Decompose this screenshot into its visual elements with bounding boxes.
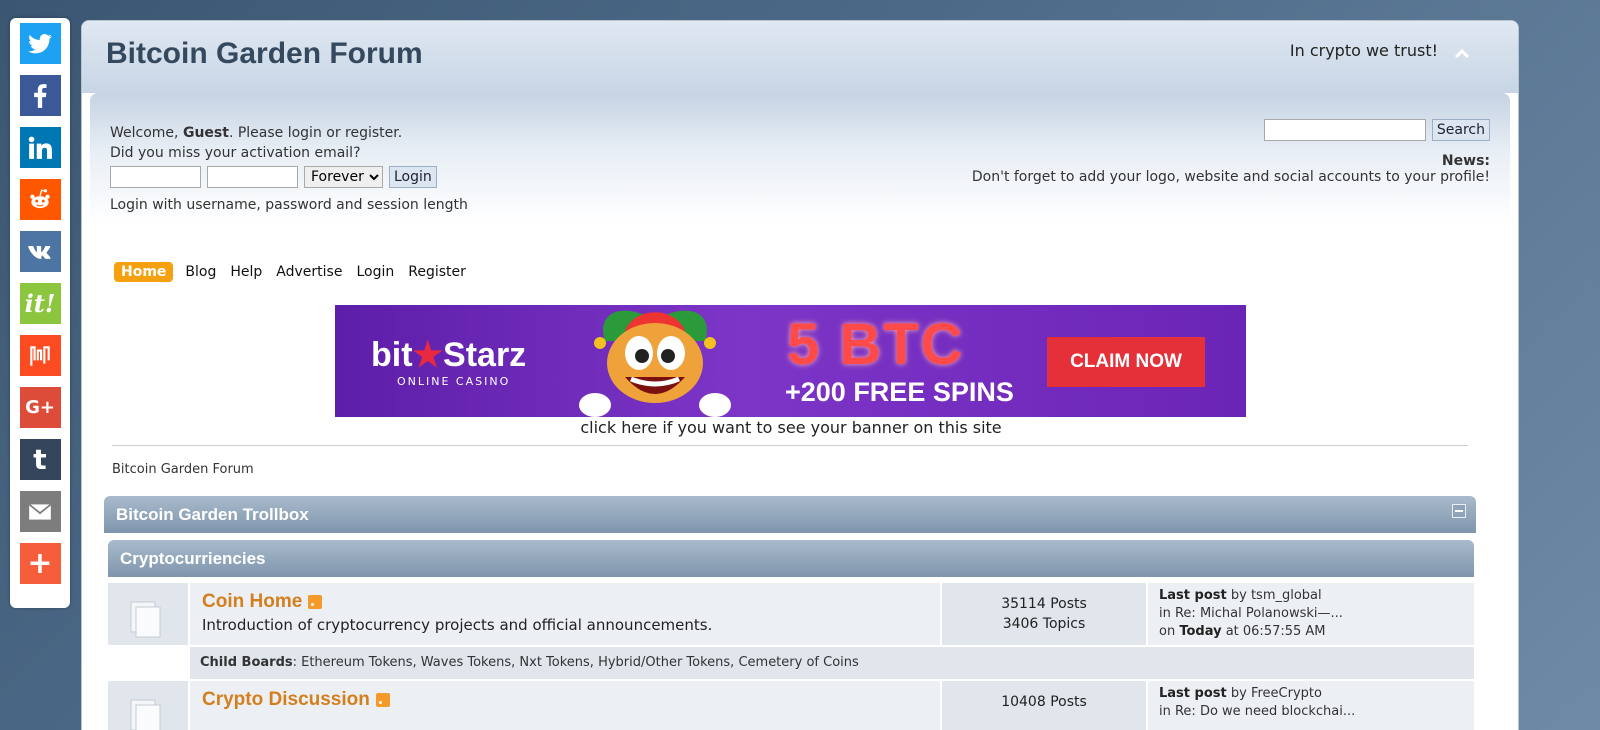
board-name[interactable]: Crypto Discussion bbox=[202, 689, 370, 711]
guest-name: Guest bbox=[182, 125, 229, 141]
last-post-author[interactable]: by FreeCrypto bbox=[1227, 686, 1322, 701]
forum-page: Bitcoin Garden Forum In crypto we trust!… bbox=[81, 20, 1519, 730]
star-icon: ★ bbox=[412, 336, 444, 374]
reddit-icon[interactable] bbox=[19, 179, 61, 220]
category-title[interactable]: Bitcoin Garden Trollbox bbox=[116, 505, 309, 525]
board-info: Crypto Discussion bbox=[190, 681, 940, 730]
claim-now-button[interactable]: CLAIM NOW bbox=[1047, 337, 1205, 387]
banner-brand-a: bit bbox=[371, 336, 413, 374]
search-button[interactable]: Search bbox=[1431, 119, 1490, 141]
menu-advertise[interactable]: Advertise bbox=[274, 262, 344, 282]
menu-login[interactable]: Login bbox=[354, 262, 396, 282]
welcome-suffix: . Please login or register. bbox=[228, 125, 403, 141]
last-post-time: at 06:57:55 AM bbox=[1221, 624, 1326, 639]
news-title: News: bbox=[1441, 153, 1490, 169]
top-header: Bitcoin Garden Forum In crypto we trust! bbox=[82, 21, 1518, 93]
welcome-prefix: Welcome, bbox=[110, 125, 183, 141]
user-area: Welcome, Guest. Please login or register… bbox=[90, 93, 1510, 223]
post-count: 10408 Posts bbox=[1001, 694, 1087, 710]
no-new-posts-icon bbox=[130, 601, 161, 638]
banner-brand-b: Starz bbox=[443, 336, 527, 374]
minimize-icon[interactable] bbox=[1452, 504, 1466, 518]
main-menu: Home Blog Help Advertise Login Register bbox=[114, 262, 468, 282]
googleplus-icon[interactable]: G+ bbox=[19, 387, 61, 428]
welcome-text: Welcome, Guest. Please login or register… bbox=[110, 123, 468, 143]
board-description: Introduction of cryptocurrency projects … bbox=[202, 616, 713, 634]
vk-icon[interactable] bbox=[19, 231, 61, 272]
login-note: Login with username, password and sessio… bbox=[110, 197, 468, 213]
login-button[interactable]: Login bbox=[389, 166, 437, 188]
advertise-banner-link[interactable]: click here if you want to see your banne… bbox=[82, 418, 1500, 437]
tumblr-icon[interactable]: t bbox=[19, 439, 61, 480]
board-stats: 10408 Posts bbox=[942, 681, 1146, 730]
board-icon-cell bbox=[108, 583, 188, 645]
login-form: Forever Login bbox=[110, 166, 468, 188]
board-list: Coin Home Introduction of cryptocurrency… bbox=[108, 583, 1474, 730]
no-new-posts-icon bbox=[130, 699, 161, 730]
share-sidebar: it! G+ t + bbox=[10, 18, 70, 608]
last-post-topic[interactable]: in Re: Do we need blockchai... bbox=[1159, 703, 1463, 721]
ad-banner[interactable]: bit★Starz ONLINE CASINO 5 BTC +200 FREE … bbox=[335, 305, 1246, 417]
category-title[interactable]: Cryptocurriencies bbox=[120, 549, 266, 569]
last-post: Last post by tsm_global in Re: Michal Po… bbox=[1148, 583, 1474, 645]
twitter-icon[interactable] bbox=[19, 23, 61, 64]
last-post: Last post by FreeCrypto in Re: Do we nee… bbox=[1148, 681, 1474, 730]
board-info: Coin Home Introduction of cryptocurrency… bbox=[190, 583, 940, 645]
rss-icon[interactable] bbox=[375, 693, 390, 707]
topic-count: 3406 Topics bbox=[1002, 616, 1086, 632]
jester-mascot-icon bbox=[579, 310, 731, 417]
post-count: 35114 Posts bbox=[1001, 596, 1087, 612]
category-trollbox[interactable]: Bitcoin Garden Trollbox bbox=[104, 496, 1476, 533]
board-stats: 35114 Posts 3406 Topics bbox=[942, 583, 1146, 645]
banner-spins: +200 FREE SPINS bbox=[785, 377, 1014, 407]
last-post-label: Last post bbox=[1159, 686, 1227, 701]
last-post-label: Last post bbox=[1159, 588, 1227, 603]
last-post-author[interactable]: by tsm_global bbox=[1227, 588, 1322, 603]
session-length-select[interactable]: Forever bbox=[304, 166, 383, 188]
search-news-panel: Search News: Don't forget to add your lo… bbox=[972, 119, 1490, 185]
child-boards-label: Child Boards bbox=[200, 655, 293, 670]
board-row: Crypto Discussion 10408 Posts Last post … bbox=[108, 681, 1474, 730]
last-post-day: Today bbox=[1179, 624, 1222, 639]
board-row: Coin Home Introduction of cryptocurrency… bbox=[108, 583, 1474, 645]
board-link[interactable]: Coin Home bbox=[202, 591, 323, 613]
rss-icon[interactable] bbox=[308, 595, 323, 609]
mix-icon[interactable] bbox=[19, 335, 61, 376]
child-boards: Child Boards: Ethereum Tokens, Waves Tok… bbox=[190, 647, 1474, 679]
login-panel: Welcome, Guest. Please login or register… bbox=[110, 123, 468, 215]
child-boards-links[interactable]: : Ethereum Tokens, Waves Tokens, Nxt Tok… bbox=[293, 655, 859, 670]
menu-home[interactable]: Home bbox=[114, 262, 174, 282]
banner-brand: bit★Starz bbox=[371, 335, 526, 375]
menu-help[interactable]: Help bbox=[228, 262, 264, 282]
menu-register[interactable]: Register bbox=[406, 262, 468, 282]
breadcrumb[interactable]: Bitcoin Garden Forum bbox=[112, 462, 254, 477]
banner-subtitle: ONLINE CASINO bbox=[397, 375, 511, 388]
banner-amount: 5 BTC bbox=[787, 312, 965, 377]
password-input[interactable] bbox=[207, 166, 298, 188]
divider bbox=[112, 445, 1468, 446]
search-input[interactable] bbox=[1263, 119, 1426, 141]
board-link[interactable]: Crypto Discussion bbox=[202, 689, 390, 711]
board-icon-cell bbox=[108, 681, 188, 730]
slogan: In crypto we trust! bbox=[1289, 41, 1438, 60]
email-icon[interactable] bbox=[19, 491, 61, 532]
search-form: Search bbox=[972, 119, 1490, 141]
facebook-icon[interactable] bbox=[19, 75, 61, 116]
last-post-topic[interactable]: in Re: Michal Polanowski—... bbox=[1159, 605, 1463, 623]
board-name[interactable]: Coin Home bbox=[202, 591, 302, 613]
more-share-icon[interactable]: + bbox=[19, 543, 61, 584]
username-input[interactable] bbox=[110, 166, 201, 188]
last-post-on: on bbox=[1159, 624, 1180, 639]
collapse-header-icon[interactable] bbox=[1454, 47, 1470, 59]
news-text: Don't forget to add your logo, website a… bbox=[971, 169, 1490, 185]
itlink-icon[interactable]: it! bbox=[19, 283, 61, 324]
activation-link[interactable]: Did you miss your activation email? bbox=[110, 143, 468, 163]
forum-title[interactable]: Bitcoin Garden Forum bbox=[106, 37, 423, 71]
linkedin-icon[interactable] bbox=[19, 127, 61, 168]
category-cryptocurrencies[interactable]: Cryptocurriencies bbox=[108, 540, 1474, 577]
menu-blog[interactable]: Blog bbox=[183, 262, 218, 282]
